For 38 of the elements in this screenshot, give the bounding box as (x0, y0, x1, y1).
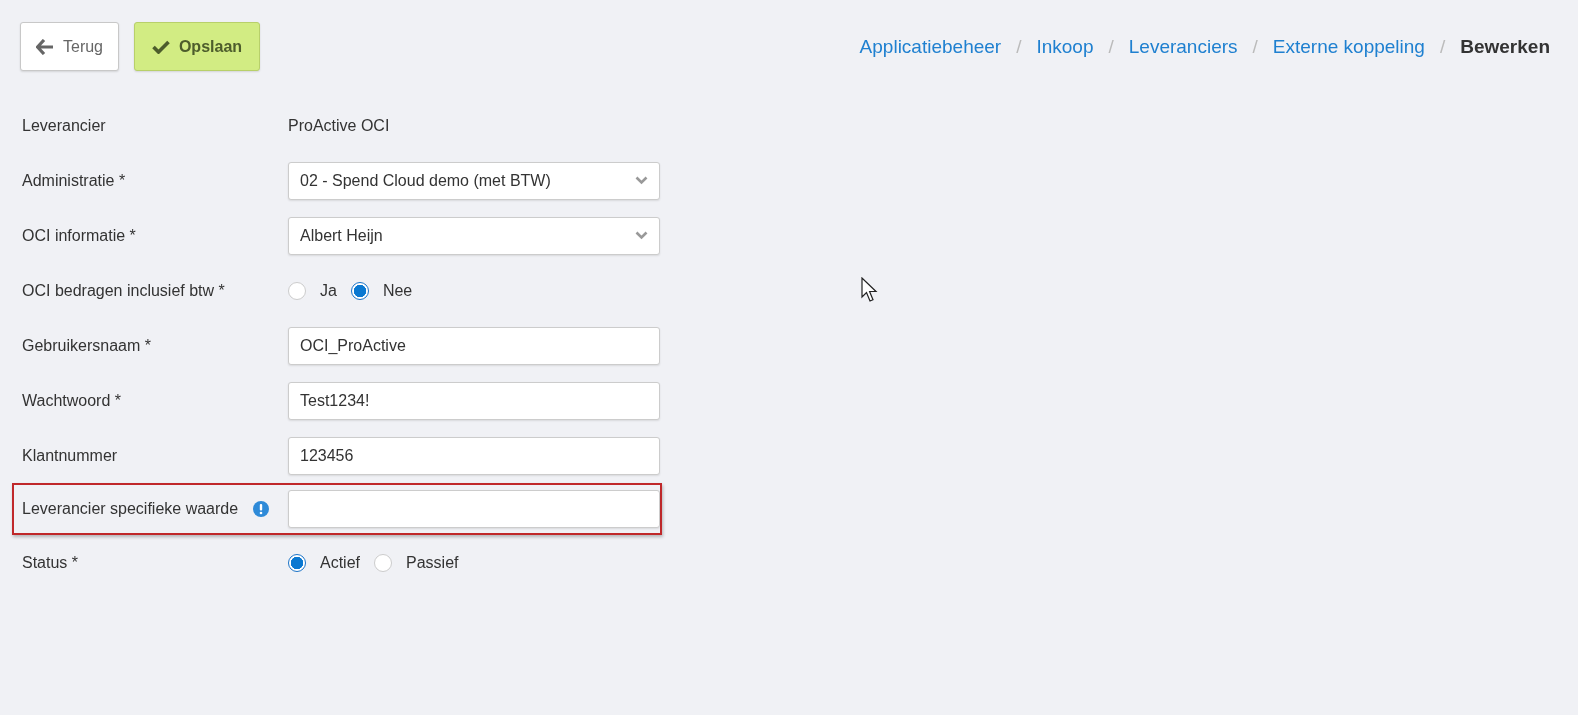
chevron-down-icon (635, 176, 648, 185)
field-label: Wachtwoord * (22, 391, 121, 410)
breadcrumb-separator: / (1016, 35, 1022, 58)
radio-label[interactable]: Passief (406, 553, 459, 572)
breadcrumb-current: Bewerken (1460, 35, 1550, 58)
breadcrumb-link[interactable]: Inkoop (1036, 35, 1094, 58)
breadcrumb-link[interactable]: Leveranciers (1128, 35, 1238, 58)
field-label: OCI bedragen inclusief btw * (22, 281, 225, 300)
radio-button[interactable] (288, 553, 306, 572)
field-label: Gebruikersnaam * (22, 336, 151, 355)
field-label: OCI informatie * (22, 226, 136, 245)
breadcrumb-link[interactable]: Applicatiebeheer (859, 35, 1002, 58)
input-field[interactable]: OCI_ProActive (288, 326, 660, 365)
save-button[interactable]: Opslaan (134, 22, 260, 71)
chevron-down-icon (635, 231, 648, 240)
field-label: Leverancier specifieke waarde (22, 500, 239, 518)
select-field[interactable]: Albert Heijn (288, 216, 660, 255)
field-value: ProActive OCI (288, 116, 390, 135)
breadcrumb-separator: / (1439, 35, 1446, 58)
radio-label[interactable]: Nee (382, 281, 413, 300)
checkmark-icon (151, 39, 170, 54)
field-label: Leverancier (22, 116, 106, 135)
field-label: Status * (22, 553, 79, 572)
input-field[interactable]: 123456 (288, 436, 660, 475)
select-field[interactable]: 02 - Spend Cloud demo (met BTW) (288, 161, 660, 200)
info-icon[interactable] (253, 501, 270, 517)
breadcrumb-separator: / (1108, 35, 1114, 58)
back-button[interactable]: Terug (20, 22, 119, 71)
arrow-left-icon (36, 38, 54, 55)
input-field[interactable] (288, 490, 660, 528)
breadcrumb-link[interactable]: Externe koppeling (1272, 35, 1425, 58)
radio-label[interactable]: Actief (320, 553, 360, 572)
field-label: Administratie * (22, 171, 126, 190)
radio-label[interactable]: Ja (320, 281, 337, 300)
radio-button[interactable] (350, 281, 369, 300)
breadcrumb-separator: / (1252, 35, 1258, 58)
input-field[interactable]: Test1234! (288, 381, 660, 420)
field-label: Klantnummer (22, 446, 118, 465)
